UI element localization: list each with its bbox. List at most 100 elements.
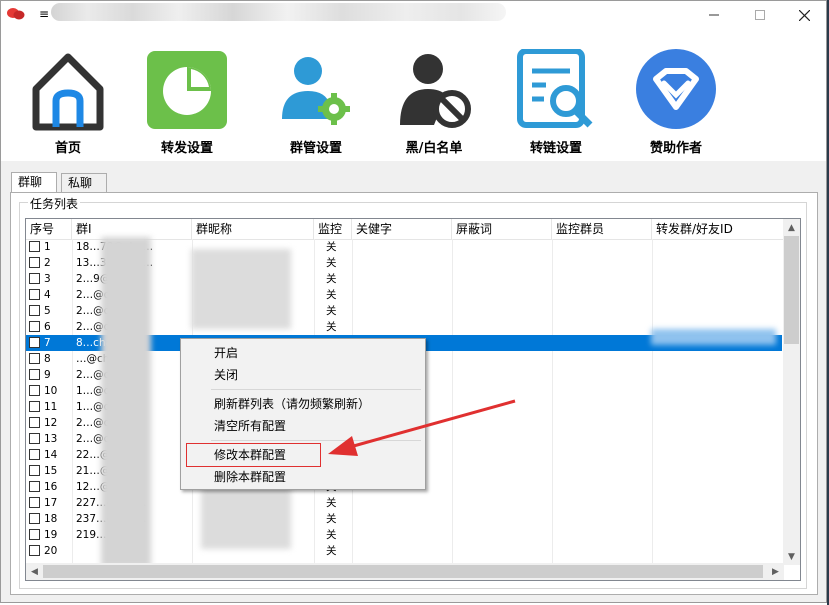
row-monitor-status: 关 — [326, 529, 337, 541]
row-checkbox[interactable] — [29, 321, 40, 332]
close-icon — [798, 9, 810, 21]
window-title-prefix: ≡ — [39, 7, 50, 21]
annotation-highlight-box — [186, 443, 321, 467]
menu-item-refresh-groups[interactable]: 刷新群列表（请勿频繁刷新） — [181, 393, 425, 415]
row-index: 15 — [44, 465, 58, 477]
col-block-words[interactable]: 屏蔽词 — [452, 219, 552, 239]
menu-separator — [211, 389, 421, 390]
row-monitor-status: 关 — [326, 305, 337, 317]
row-checkbox[interactable] — [29, 417, 40, 428]
menu-item-clear-all-config[interactable]: 清空所有配置 — [181, 415, 425, 437]
row-checkbox[interactable] — [29, 241, 40, 252]
toolbar-sponsor[interactable]: 赞助作者 — [626, 49, 726, 159]
toolbar-group-admin-label: 群管设置 — [289, 141, 342, 156]
toolbar-home[interactable]: 首页 — [18, 49, 118, 159]
row-checkbox[interactable] — [29, 465, 40, 476]
row-checkbox[interactable] — [29, 529, 40, 540]
context-menu: 开启 关闭 刷新群列表（请勿频繁刷新） 清空所有配置 修改本群配置 删除本群配置 — [180, 338, 426, 490]
chat-bubbles-icon — [7, 8, 25, 20]
toolbar-link-settings[interactable]: 转链设置 — [506, 49, 606, 159]
maximize-button[interactable] — [737, 1, 783, 29]
toolbar-group-admin[interactable]: 群管设置 — [266, 49, 366, 159]
toolbar-home-label: 首页 — [54, 141, 81, 156]
menu-item-enable[interactable]: 开启 — [181, 342, 425, 364]
row-index: 20 — [44, 545, 58, 557]
redaction-blur — [191, 249, 291, 329]
main-window: ≡ 首页 转发设置 群管设置 黑/白名单 转链设置 赞助作者 群聊 私聊 任务列… — [0, 0, 827, 603]
row-index: 12 — [44, 417, 58, 429]
row-index: 18 — [44, 513, 58, 525]
row-checkbox[interactable] — [29, 289, 40, 300]
col-monitor-members[interactable]: 监控群员 — [552, 219, 652, 239]
title-bar: ≡ — [1, 1, 826, 29]
pie-chart-icon — [147, 51, 227, 129]
row-checkbox[interactable] — [29, 545, 40, 556]
minimize-icon — [709, 14, 719, 16]
row-checkbox[interactable] — [29, 337, 40, 348]
row-monitor-status: 关 — [326, 273, 337, 285]
row-monitor-status: 关 — [326, 497, 337, 509]
redaction-blur — [651, 329, 776, 345]
close-button[interactable] — [781, 1, 827, 29]
row-checkbox[interactable] — [29, 305, 40, 316]
row-checkbox[interactable] — [29, 433, 40, 444]
row-checkbox[interactable] — [29, 385, 40, 396]
row-monitor-status: 关 — [326, 545, 337, 557]
user-block-icon — [400, 54, 471, 128]
row-index: 16 — [44, 481, 58, 493]
row-checkbox[interactable] — [29, 449, 40, 460]
row-checkbox[interactable] — [29, 257, 40, 268]
row-index: 5 — [44, 305, 51, 317]
vertical-scroll-thumb[interactable] — [784, 236, 799, 344]
row-index: 17 — [44, 497, 58, 509]
task-list-label: 任务列表 — [28, 195, 81, 212]
col-keywords[interactable]: 关健字 — [352, 219, 452, 239]
col-forward-target[interactable]: 转发群/好友ID — [652, 219, 784, 239]
scroll-up-arrow-icon[interactable]: ▲ — [783, 219, 800, 236]
row-checkbox[interactable] — [29, 481, 40, 492]
col-group-id[interactable]: 群I — [72, 219, 192, 239]
col-monitor[interactable]: 监控 — [314, 219, 352, 239]
row-checkbox[interactable] — [29, 513, 40, 524]
row-checkbox[interactable] — [29, 497, 40, 508]
row-checkbox[interactable] — [29, 273, 40, 284]
toolbar-forward-settings-label: 转发设置 — [160, 141, 213, 156]
diamond-heart-icon — [636, 49, 716, 129]
horizontal-scrollbar[interactable]: ◀ ▶ — [26, 563, 784, 580]
row-checkbox[interactable] — [29, 401, 40, 412]
row-index: 6 — [44, 321, 51, 333]
row-index: 14 — [44, 449, 58, 461]
row-index: 7 — [44, 337, 51, 349]
menu-item-delete-group-config[interactable]: 删除本群配置 — [181, 466, 425, 488]
horizontal-scroll-thumb[interactable] — [43, 565, 763, 578]
doc-search-icon — [517, 49, 593, 128]
menu-item-disable[interactable]: 关闭 — [181, 364, 425, 386]
vertical-scrollbar[interactable]: ▲ ▼ — [783, 219, 800, 565]
row-index: 11 — [44, 401, 58, 413]
tab-group-chat[interactable]: 群聊 — [11, 172, 57, 194]
row-index: 13 — [44, 433, 58, 445]
row-checkbox[interactable] — [29, 353, 40, 364]
col-group-nickname[interactable]: 群昵称 — [192, 219, 314, 239]
menu-separator — [211, 440, 421, 441]
row-index: 2 — [44, 257, 51, 269]
toolbar-sponsor-label: 赞助作者 — [649, 141, 702, 156]
row-checkbox[interactable] — [29, 369, 40, 380]
main-toolbar: 首页 转发设置 群管设置 黑/白名单 转链设置 赞助作者 — [1, 29, 826, 161]
row-monitor-status: 关 — [326, 513, 337, 525]
row-index: 8 — [44, 353, 51, 365]
row-index: 9 — [44, 369, 51, 381]
toolbar-link-settings-label: 转链设置 — [529, 141, 582, 156]
row-index: 10 — [44, 385, 58, 397]
col-index[interactable]: 序号 — [26, 219, 72, 239]
minimize-button[interactable] — [691, 1, 737, 29]
tab-private-chat[interactable]: 私聊 — [61, 173, 107, 193]
user-gear-icon — [282, 57, 350, 125]
scroll-down-arrow-icon[interactable]: ▼ — [783, 548, 800, 565]
window-title-redacted — [51, 3, 506, 21]
toolbar-forward-settings[interactable]: 转发设置 — [137, 49, 237, 159]
toolbar-black-white-list[interactable]: 黑/白名单 — [384, 49, 484, 159]
scroll-left-arrow-icon[interactable]: ◀ — [26, 563, 43, 580]
scroll-right-arrow-icon[interactable]: ▶ — [767, 563, 784, 580]
row-monitor-status: 关 — [326, 241, 337, 253]
